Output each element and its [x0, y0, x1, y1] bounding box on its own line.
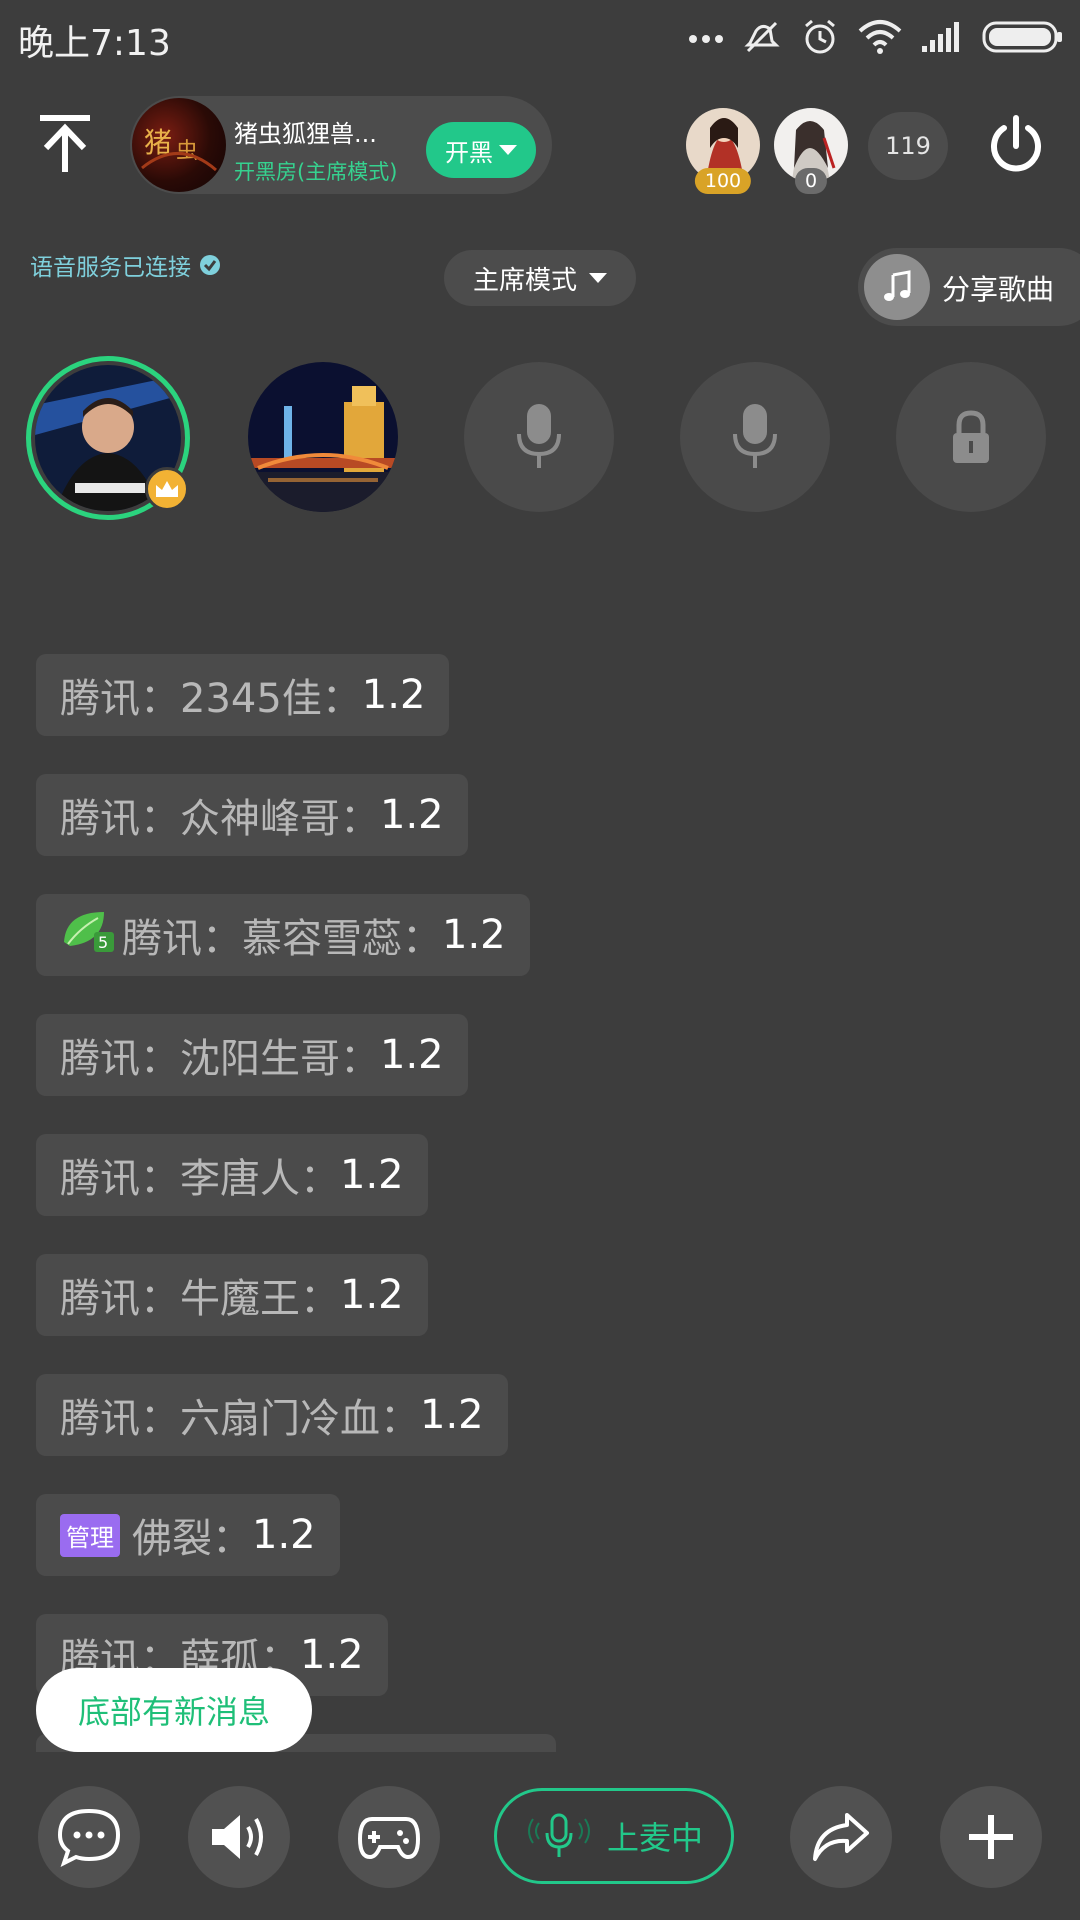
- room-mode-label: 开黑房(主席模式): [234, 160, 398, 184]
- share-song-button[interactable]: 分享歌曲: [858, 248, 1080, 326]
- mic-seat-empty[interactable]: [680, 362, 830, 512]
- message-sender: 佛裂：: [132, 1516, 252, 1562]
- kaihei-label: 开黑: [445, 138, 493, 167]
- exit-room-button[interactable]: [984, 114, 1048, 178]
- top-viewer-avatar[interactable]: 0: [774, 108, 848, 194]
- mic-seat-empty[interactable]: [464, 362, 614, 512]
- list-item: 5 腾讯：慕容雪蕊： 1.2: [36, 894, 530, 976]
- on-mic-button[interactable]: 上麦中: [494, 1788, 734, 1884]
- mode-select-label: 主席模式: [472, 265, 577, 296]
- wifi-icon: [858, 19, 902, 55]
- status-bar: 晚上7:13: [0, 0, 1080, 80]
- caret-down-icon: [589, 273, 607, 283]
- battery-icon: [982, 20, 1064, 54]
- signal-icon: [920, 20, 964, 54]
- kaihei-dropdown-button[interactable]: 开黑: [426, 122, 536, 178]
- chat-bubble-icon: [57, 1808, 121, 1867]
- status-icons: [688, 12, 1064, 62]
- message-sender: 腾讯：众神峰哥：: [60, 796, 380, 842]
- list-item: 腾讯：2345佳： 1.2: [36, 654, 450, 736]
- message-text: 1.2: [420, 1392, 484, 1438]
- room-info-pill[interactable]: 猪 虫 猪虫狐狸兽... 开黑房(主席模式) 开黑: [130, 96, 552, 194]
- message-sender: 腾讯：慕容雪蕊：: [122, 916, 442, 962]
- mic-seat-locked[interactable]: [896, 362, 1046, 512]
- minimize-room-button[interactable]: [30, 110, 100, 180]
- voice-service-status: 语音服务已连接: [30, 248, 221, 282]
- more-add-button[interactable]: [940, 1786, 1042, 1888]
- list-item: 腾讯：李唐人： 1.2: [36, 1134, 428, 1216]
- share-button[interactable]: [790, 1786, 892, 1888]
- share-arrow-icon: [813, 1813, 869, 1861]
- bottom-toolbar: 上麦中: [0, 1770, 1080, 1920]
- arrow-up-bar-icon: [40, 115, 90, 172]
- game-button[interactable]: [338, 1786, 440, 1888]
- chat-message-list[interactable]: 腾讯：2345佳： 1.2 腾讯：众神峰哥： 1.2 5 腾讯：慕容雪蕊： 1.…: [36, 654, 1046, 1752]
- share-song-label: 分享歌曲: [942, 273, 1055, 306]
- mic-live-icon: [527, 1813, 590, 1857]
- caret-down-icon: [499, 145, 517, 155]
- list-item: 腾讯：六扇门冷血： 1.2: [36, 1374, 508, 1456]
- list-item: 腾讯：牛魔王： 1.2: [36, 1254, 428, 1336]
- message-text: 1.2: [380, 1032, 444, 1078]
- alarm-icon: [800, 17, 840, 57]
- on-mic-label: 上麦中: [606, 1819, 703, 1857]
- speaker-volume-icon: [212, 1815, 263, 1859]
- online-count-button[interactable]: 119: [868, 112, 948, 180]
- gamepad-icon: [357, 1817, 421, 1860]
- message-sender: 腾讯：沈阳生哥：: [60, 1036, 380, 1082]
- voice-status-text: 语音服务已连接: [30, 255, 191, 281]
- admin-badge: 管理: [60, 1513, 120, 1557]
- power-icon: [991, 115, 1041, 172]
- status-time: 晚上7:13: [18, 23, 171, 64]
- message-sender: 腾讯：2345佳：: [60, 676, 362, 722]
- message-text: 1.2: [300, 1632, 364, 1678]
- message-sender: 腾讯：六扇门冷血：: [60, 1396, 420, 1442]
- room-avatar: 猪 虫: [132, 98, 226, 192]
- verified-check-icon: [200, 255, 220, 275]
- room-header: 猪 虫 猪虫狐狸兽... 开黑房(主席模式) 开黑 100 0 119: [0, 90, 1080, 200]
- user-avatar: [248, 362, 398, 512]
- plus-icon: [969, 1815, 1013, 1859]
- viewer-level-badge: 100: [694, 168, 752, 194]
- message-text: 1.2: [252, 1512, 316, 1558]
- host-crown-icon: [145, 467, 189, 511]
- message-text: 1.2: [340, 1272, 404, 1318]
- list-item: 腾讯：沈阳生哥： 1.2: [36, 1014, 468, 1096]
- message-sender: 腾讯：李唐人：: [60, 1156, 340, 1202]
- room-name: 猪虫狐狸兽...: [234, 120, 377, 148]
- lock-icon: [953, 410, 989, 463]
- svg-text:虫: 虫: [176, 139, 198, 164]
- message-text: 1.2: [340, 1152, 404, 1198]
- message-sender: 腾讯：牛魔王：: [60, 1276, 340, 1322]
- new-message-notice-button[interactable]: 底部有新消息: [36, 1668, 312, 1752]
- list-item: 管理 佛裂： 1.2: [36, 1494, 340, 1576]
- viewer-level-badge: 0: [794, 168, 828, 194]
- microphone-icon: [733, 404, 777, 468]
- music-note-icon: [864, 254, 930, 320]
- mic-seat-host[interactable]: [26, 356, 190, 520]
- list-item: 腾讯：众神峰哥： 1.2: [36, 774, 468, 856]
- mode-select-button[interactable]: 主席模式: [444, 250, 636, 306]
- microphone-icon: [517, 404, 561, 468]
- more-dots-icon: [688, 31, 724, 43]
- leaf-level-number: 5: [98, 933, 108, 952]
- mic-seat-user[interactable]: [248, 362, 398, 512]
- leaf-level-icon: 5: [60, 906, 116, 964]
- message-text: 1.2: [442, 912, 506, 958]
- message-text: 1.2: [380, 792, 444, 838]
- message-text: 1.2: [361, 672, 426, 718]
- top-viewer-avatar[interactable]: 100: [686, 108, 760, 194]
- mute-vibrate-icon: [742, 17, 782, 57]
- speaker-button[interactable]: [188, 1786, 290, 1888]
- chat-button[interactable]: [38, 1786, 140, 1888]
